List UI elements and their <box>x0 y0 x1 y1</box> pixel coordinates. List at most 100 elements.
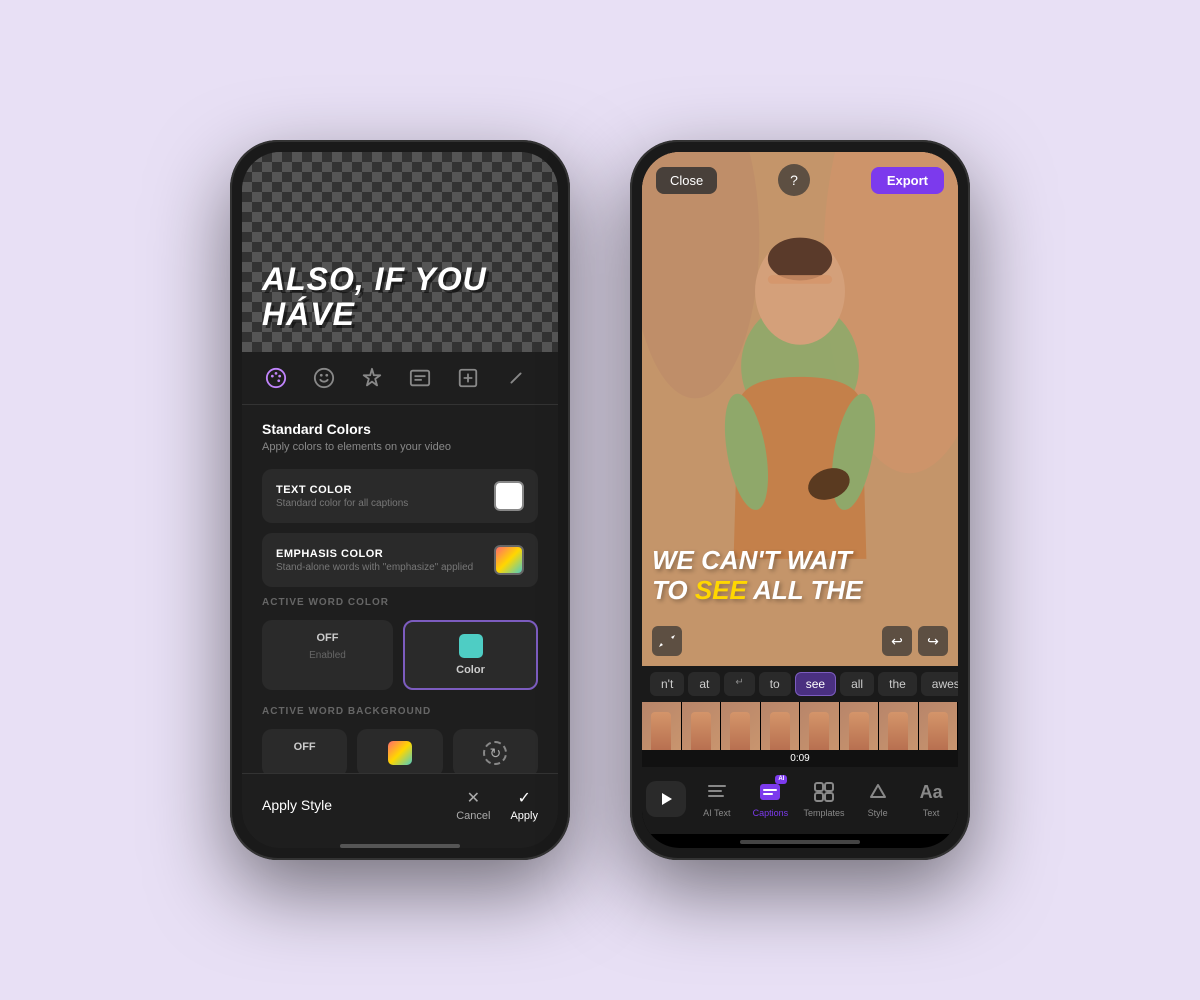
active-bg-off-btn[interactable]: OFF <box>262 729 347 773</box>
emoji-icon-btn[interactable] <box>310 364 338 392</box>
caption-after: ALL THE <box>747 575 863 605</box>
word-chip-cant[interactable]: n't <box>650 672 684 696</box>
emphasis-color-swatch[interactable] <box>494 545 524 575</box>
active-word-color-title: ACTIVE WORD COLOR <box>262 597 538 608</box>
active-word-off-btn[interactable]: OFF Enabled <box>262 620 393 690</box>
thumb-6 <box>840 702 880 750</box>
home-indicator-left <box>340 844 460 848</box>
nav-item-captions[interactable]: AI Captions <box>744 775 798 822</box>
thumb-5 <box>800 702 840 750</box>
word-chip-at[interactable]: at <box>688 672 720 696</box>
thumb-4 <box>761 702 801 750</box>
video-controls: ↩ ↪ <box>882 626 948 656</box>
apply-button[interactable]: ✓ Apply <box>510 788 538 822</box>
export-button[interactable]: Export <box>871 167 944 194</box>
video-header: Close ? Export <box>642 152 958 208</box>
caption-highlight: SEE <box>695 575 747 605</box>
time-label: 0:09 <box>790 753 809 764</box>
video-overlay-text: ALSO, IF YOU HÁVE <box>262 262 538 332</box>
word-chip-all[interactable]: all <box>840 672 874 696</box>
text-icon: Aa <box>918 779 944 805</box>
word-chip-newline[interactable]: ↵ <box>724 672 754 696</box>
emphasis-color-label: EMPHASIS COLOR <box>276 548 473 560</box>
thumb-2 <box>682 702 722 750</box>
text-color-info: TEXT COLOR Standard color for all captio… <box>276 484 408 509</box>
left-phone: ALSO, IF YOU HÁVE <box>230 140 570 860</box>
active-word-off-sublabel: Enabled <box>309 650 346 661</box>
thumb-7 <box>879 702 919 750</box>
close-button[interactable]: Close <box>656 167 717 194</box>
ai-text-nav-label: AI Text <box>703 808 730 818</box>
apply-style-label: Apply Style <box>262 797 332 813</box>
ai-text-icon <box>704 779 730 805</box>
caption-icon-btn[interactable] <box>406 364 434 392</box>
undo-button[interactable]: ↩ <box>882 626 912 656</box>
word-chip-to[interactable]: to <box>759 672 791 696</box>
palette-icon-btn[interactable] <box>262 364 290 392</box>
caption-before: TO <box>652 575 695 605</box>
nav-item-style[interactable]: Style <box>851 775 905 822</box>
emphasis-color-desc: Stand-alone words with "emphasize" appli… <box>276 562 473 573</box>
expand-icon <box>659 633 675 649</box>
nav-item-templates[interactable]: Templates <box>797 775 851 822</box>
standard-colors-subtitle: Apply colors to elements on your video <box>262 441 538 453</box>
cancel-button[interactable]: ✕ Cancel <box>456 788 490 822</box>
active-word-bg-title: ACTIVE WORD BACKGROUND <box>262 706 538 717</box>
thumbnail-strip <box>642 702 958 750</box>
help-button[interactable]: ? <box>778 164 810 196</box>
active-bg-color-swatch <box>388 741 412 765</box>
text-nav-label: Text <box>923 808 940 818</box>
active-word-off-label: OFF <box>317 632 339 644</box>
emphasis-color-info: EMPHASIS COLOR Stand-alone words with "e… <box>276 548 473 573</box>
emphasis-color-row[interactable]: EMPHASIS COLOR Stand-alone words with "e… <box>262 533 538 587</box>
style-nav-label: Style <box>868 808 888 818</box>
active-bg-style-btn[interactable]: ↻ <box>453 729 538 773</box>
text-icon-btn[interactable] <box>454 364 482 392</box>
word-chip-see[interactable]: see <box>795 672 836 696</box>
bottom-actions: ✕ Cancel ✓ Apply <box>456 788 538 822</box>
ai-badge: AI <box>775 775 787 784</box>
captions-nav-label: Captions <box>753 808 789 818</box>
active-bg-style-icon: ↻ <box>483 741 507 765</box>
color-settings-panel: Standard Colors Apply colors to elements… <box>242 405 558 773</box>
thumb-8 <box>919 702 959 750</box>
templates-icon <box>811 779 837 805</box>
caption-overlay: WE CAN'T WAIT TO SEE ALL THE <box>652 546 948 606</box>
video-area: Close ? Export WE CAN'T WAIT TO SEE ALL … <box>642 152 958 666</box>
thumb-1 <box>642 702 682 750</box>
redo-button[interactable]: ↪ <box>918 626 948 656</box>
word-chip-the[interactable]: the <box>878 672 917 696</box>
play-icon <box>658 791 674 807</box>
active-word-color-swatch <box>459 634 483 658</box>
caption-line1: WE CAN'T WAIT <box>652 546 948 576</box>
thumb-3 <box>721 702 761 750</box>
style-svg-icon <box>867 781 889 803</box>
timeline-marker: 0:09 <box>642 750 958 767</box>
caption-line2: TO SEE ALL THE <box>652 576 948 606</box>
active-word-color-btn[interactable]: Color <box>403 620 538 690</box>
active-word-color-label: Color <box>456 664 485 676</box>
phones-container: ALSO, IF YOU HÁVE <box>230 140 970 860</box>
style-icon <box>865 779 891 805</box>
apply-icon: ✓ <box>518 788 531 808</box>
right-phone: Close ? Export WE CAN'T WAIT TO SEE ALL … <box>630 140 970 860</box>
expand-button[interactable] <box>652 626 682 656</box>
play-button[interactable] <box>646 781 686 817</box>
text-color-swatch[interactable] <box>494 481 524 511</box>
sparkles-icon-btn[interactable] <box>358 364 386 392</box>
nav-item-text[interactable]: Aa Text <box>904 775 958 822</box>
apply-label: Apply <box>510 810 538 822</box>
standard-colors-title: Standard Colors <box>262 421 538 437</box>
home-indicator-right <box>740 840 860 844</box>
templates-nav-label: Templates <box>803 808 844 818</box>
text-color-desc: Standard color for all captions <box>276 498 408 509</box>
active-word-color-toggles: OFF Enabled Color <box>262 620 538 690</box>
active-bg-color-btn[interactable] <box>357 729 442 773</box>
toolbar-icons <box>242 352 558 405</box>
text-color-row[interactable]: TEXT COLOR Standard color for all captio… <box>262 469 538 523</box>
word-chip-awesome[interactable]: awesome <box>921 672 958 696</box>
nav-item-ai-text[interactable]: AI Text <box>690 775 744 822</box>
text-aa-icon: Aa <box>920 782 943 803</box>
slash-icon-btn[interactable] <box>502 364 530 392</box>
left-phone-inner: ALSO, IF YOU HÁVE <box>242 152 558 848</box>
